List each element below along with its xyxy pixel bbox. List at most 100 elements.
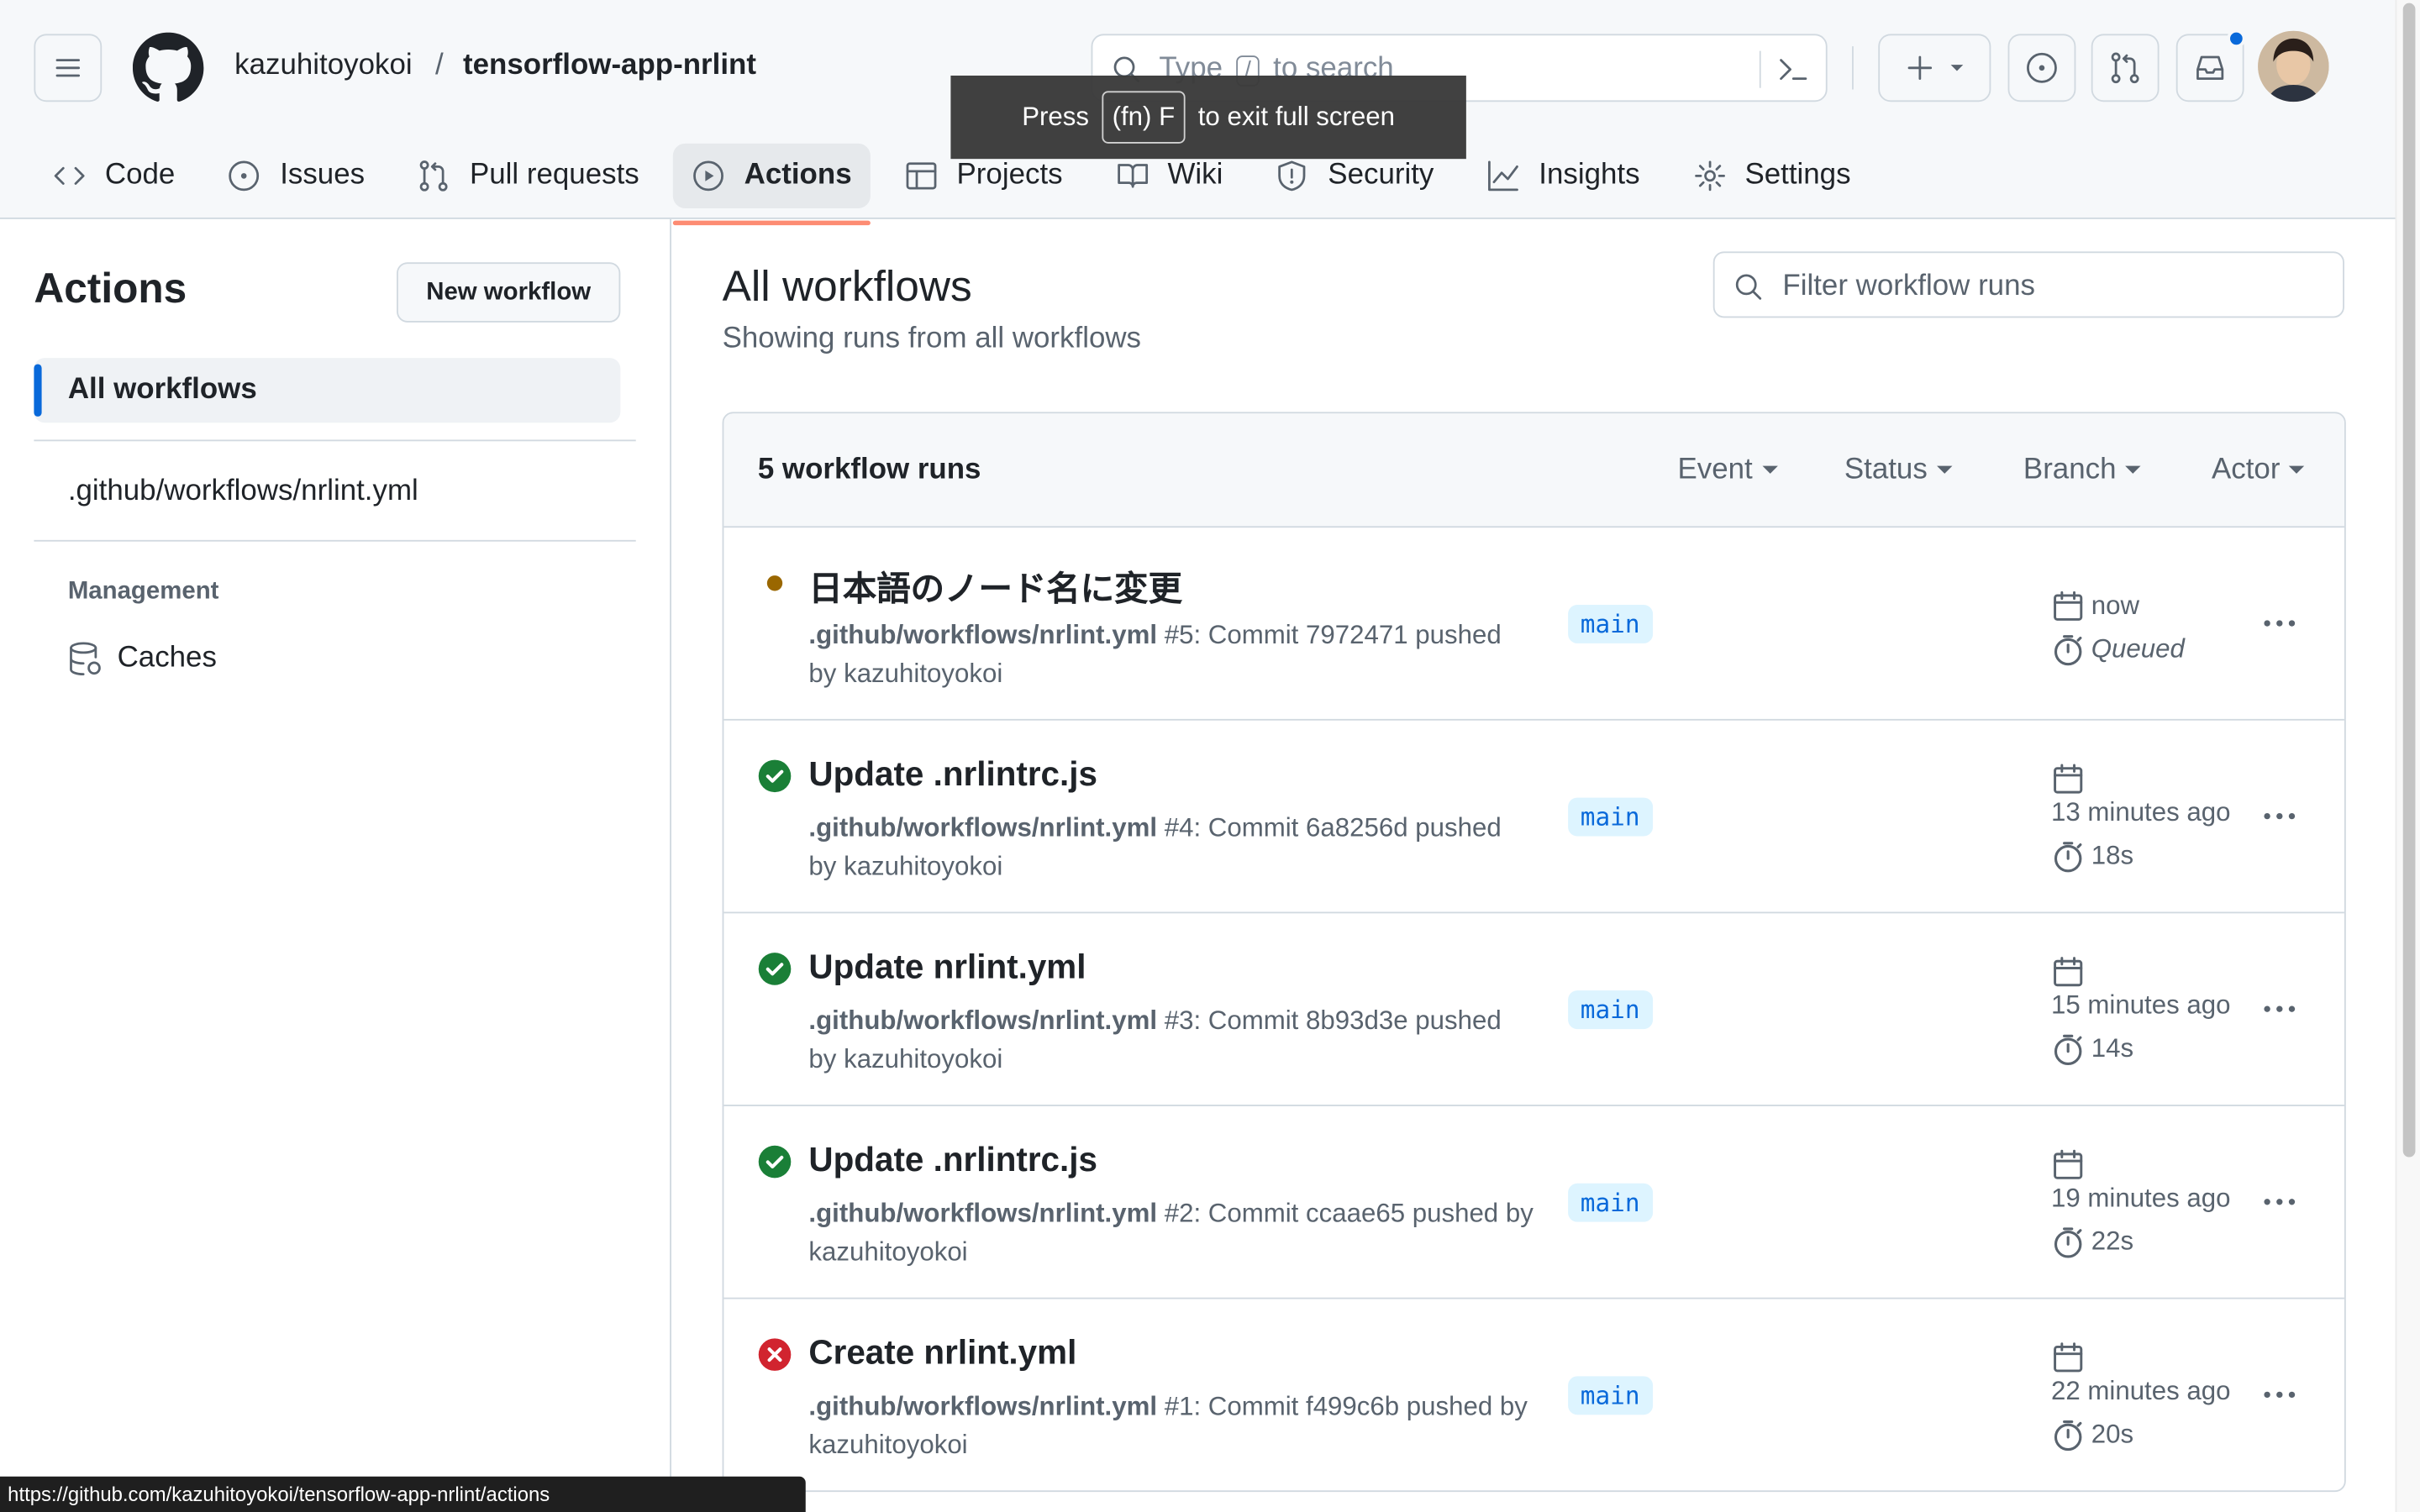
sidebar-divider — [670, 218, 671, 1512]
run-status — [758, 1337, 792, 1371]
run-time: 19 minutes ago — [2050, 1183, 2231, 1213]
fullscreen-hint: Press (fn) Fto exit full screen — [950, 75, 1466, 160]
tab-settings[interactable]: Settings — [1674, 144, 1870, 208]
run-duration: 18s — [2091, 841, 2134, 870]
git-pull-request-icon — [420, 160, 449, 192]
table-icon — [906, 162, 937, 190]
create-new-button[interactable] — [1878, 34, 1991, 102]
scrollbar[interactable] — [2395, 0, 2420, 1512]
stopwatch-icon — [2054, 1034, 2082, 1065]
page-title: All workflows — [722, 262, 972, 311]
kebab-menu-icon[interactable] — [2264, 1199, 2301, 1205]
database-icon — [70, 642, 101, 676]
kebab-menu-icon[interactable] — [2264, 1005, 2301, 1012]
breadcrumb-repo[interactable]: tensorflow-app-nrlint — [463, 50, 756, 83]
run-title[interactable]: Update .nrlintrc.js — [808, 754, 1097, 795]
search-icon — [1735, 274, 1762, 300]
workflow-run-row[interactable]: 日本語のノード名に変更 .github/workflows/nrlint.yml … — [723, 528, 2344, 721]
unread-indicator — [2227, 29, 2246, 48]
run-meta: .github/workflows/nrlint.yml #1: Commit … — [808, 1387, 1534, 1464]
breadcrumb-separator: / — [434, 49, 444, 82]
tab-code[interactable]: Code — [34, 144, 193, 208]
calendar-icon-wrap — [2051, 762, 2085, 795]
branch-badge[interactable]: main — [1568, 990, 1653, 1030]
run-meta: .github/workflows/nrlint.yml #5: Commit … — [808, 616, 1534, 693]
check-circle-icon — [758, 1145, 792, 1179]
run-workflow: .github/workflows/nrlint.yml — [808, 812, 1158, 843]
calendar-icon — [2054, 1149, 2083, 1179]
kebab-menu-icon[interactable] — [2264, 812, 2301, 820]
tab-actions[interactable]: Actions — [673, 143, 871, 226]
menu-button[interactable] — [34, 34, 103, 102]
workflow-run-row[interactable]: Update .nrlintrc.js .github/workflows/nrl… — [723, 1106, 2344, 1299]
code-icon — [54, 166, 85, 185]
branch-badge[interactable]: main — [1568, 1376, 1653, 1415]
x-circle-icon — [758, 1338, 792, 1371]
filter-input[interactable]: Filter workflow runs — [1712, 251, 2344, 318]
check-circle-icon — [758, 953, 792, 985]
run-time: 15 minutes ago — [2050, 990, 2231, 1021]
run-duration: 14s — [2091, 1033, 2134, 1063]
tab-issues[interactable]: Issues — [209, 144, 383, 208]
stopwatch-icon-wrap — [2051, 1418, 2085, 1452]
workflow-runs-list: 5 workflow runs Event Status Branch Acto… — [722, 412, 2346, 1493]
stopwatch-icon-wrap — [2051, 1032, 2085, 1066]
sidebar-item-all-workflows[interactable]: All workflows — [34, 358, 621, 423]
management-heading: Management — [67, 578, 219, 605]
run-workflow: .github/workflows/nrlint.yml — [808, 1005, 1158, 1036]
issues-button[interactable] — [2007, 34, 2076, 102]
divider — [34, 539, 636, 542]
event-filter[interactable]: Event — [1677, 454, 1777, 487]
queued-dot-icon — [766, 575, 783, 591]
run-title[interactable]: Update nrlint.yml — [808, 948, 1086, 988]
run-title[interactable]: Update .nrlintrc.js — [808, 1140, 1097, 1180]
run-title[interactable]: 日本語のノード名に変更 — [808, 562, 1182, 612]
workflow-run-row[interactable]: Update nrlint.yml .github/workflows/nrlin… — [723, 913, 2344, 1106]
run-title[interactable]: Create nrlint.yml — [808, 1333, 1076, 1373]
calendar-icon-wrap — [2051, 1148, 2085, 1182]
stopwatch-icon — [2054, 635, 2082, 666]
calendar-icon-wrap — [2051, 1341, 2085, 1374]
kebab-menu-icon[interactable] — [2264, 1391, 2301, 1399]
workflow-run-row[interactable]: Create nrlint.yml .github/workflows/nrlin… — [723, 1299, 2344, 1491]
workflow-run-row[interactable]: Update .nrlintrc.js .github/workflows/nrl… — [723, 721, 2344, 914]
sidebar-item-workflow[interactable]: .github/workflows/nrlint.yml — [68, 475, 418, 509]
branch-badge[interactable]: main — [1568, 604, 1653, 643]
runs-count: 5 workflow runs — [757, 453, 981, 486]
tab-pull-requests[interactable]: Pull requests — [398, 144, 657, 208]
run-meta: .github/workflows/nrlint.yml #3: Commit … — [808, 1001, 1534, 1079]
run-workflow: .github/workflows/nrlint.yml — [808, 620, 1158, 650]
branch-badge[interactable]: main — [1568, 1183, 1653, 1222]
inbox-icon — [2196, 55, 2224, 81]
tab-insights[interactable]: Insights — [1468, 144, 1659, 208]
github-logo-icon[interactable] — [132, 32, 204, 103]
stopwatch-icon — [2054, 1227, 2082, 1258]
shield-icon — [1278, 160, 1307, 192]
sidebar-item-caches[interactable]: Caches — [68, 640, 217, 677]
new-workflow-button[interactable]: New workflow — [397, 262, 621, 323]
scrollbar-thumb[interactable] — [2402, 3, 2416, 1158]
branch-badge[interactable]: main — [1568, 797, 1653, 837]
run-status — [758, 952, 792, 985]
stopwatch-icon-wrap — [2051, 1225, 2085, 1258]
issue-opened-icon — [2027, 52, 2057, 83]
calendar-icon — [2054, 957, 2083, 987]
run-duration: Queued — [2091, 633, 2185, 664]
triangle-down-icon — [1949, 65, 1963, 71]
play-icon — [693, 160, 724, 192]
kebab-menu-icon[interactable] — [2264, 620, 2301, 627]
status-filter[interactable]: Status — [1844, 454, 1952, 487]
stopwatch-icon — [2054, 842, 2082, 873]
run-time: now — [2091, 591, 2140, 621]
branch-filter[interactable]: Branch — [2023, 454, 2141, 487]
command-palette-icon[interactable] — [1776, 52, 1810, 86]
calendar-icon-wrap — [2051, 955, 2085, 989]
issue-opened-icon — [229, 160, 260, 192]
plus-icon — [1907, 55, 1932, 81]
actor-filter[interactable]: Actor — [2212, 454, 2305, 487]
run-workflow: .github/workflows/nrlint.yml — [808, 1391, 1158, 1421]
breadcrumb-owner[interactable]: kazuhitoyokoi — [234, 50, 412, 83]
gear-icon — [1694, 160, 1725, 192]
avatar[interactable] — [2258, 30, 2329, 102]
pull-requests-button[interactable] — [2091, 34, 2160, 102]
